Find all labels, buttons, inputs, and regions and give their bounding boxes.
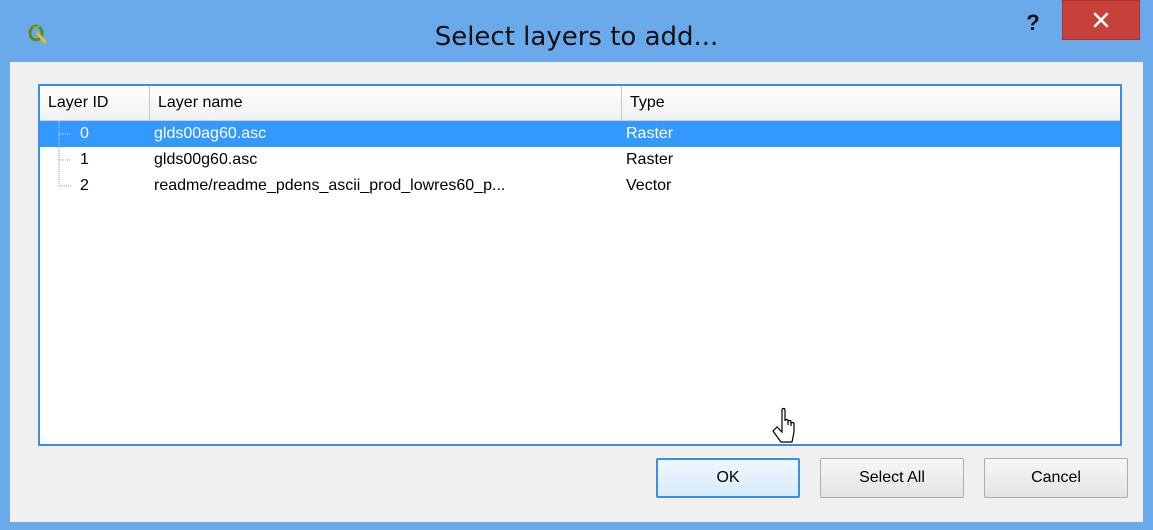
layer-type-cell: Vector: [626, 177, 672, 194]
layer-name-cell: glds00ag60.asc: [154, 125, 267, 142]
close-button[interactable]: [1062, 0, 1140, 40]
layer-name-cell: readme/readme_pdens_ascii_prod_lowres60_…: [154, 177, 506, 194]
mouse-pointer-icon: [772, 407, 795, 443]
layer-type-cell: Raster: [626, 125, 674, 142]
column-header-layer-id[interactable]: Layer ID: [40, 86, 150, 120]
help-button[interactable]: ?: [1020, 10, 1046, 36]
layer-id-cell: 1: [80, 151, 89, 168]
layer-type-cell: Raster: [626, 151, 674, 168]
dialog-window: Select layers to add... ? Layer ID Layer…: [0, 0, 1153, 530]
tree-branch-icon: [58, 147, 71, 173]
dialog-body: Layer ID Layer name Type 0 glds00ag60.as…: [10, 62, 1143, 522]
table-row-2[interactable]: 2 readme/readme_pdens_ascii_prod_lowres6…: [40, 173, 1120, 199]
cancel-button[interactable]: Cancel: [984, 458, 1128, 498]
layer-name-cell: glds00g60.asc: [154, 151, 258, 168]
table-row-1[interactable]: 1 glds00g60.asc Raster: [40, 147, 1120, 173]
ok-button[interactable]: OK: [656, 458, 800, 498]
layer-id-cell: 0: [80, 125, 89, 142]
close-icon: [1093, 12, 1109, 28]
layer-id-cell: 2: [80, 177, 89, 194]
table-row-0[interactable]: 0 glds00ag60.asc Raster: [40, 121, 1120, 147]
tree-branch-icon: [58, 173, 71, 187]
tree-branch-icon: [58, 121, 71, 147]
select-all-button[interactable]: Select All: [820, 458, 964, 498]
tree-header: Layer ID Layer name Type: [40, 86, 1120, 121]
layers-tree[interactable]: Layer ID Layer name Type 0 glds00ag60.as…: [38, 84, 1122, 446]
column-header-type[interactable]: Type: [622, 86, 1120, 120]
column-header-layer-name[interactable]: Layer name: [150, 86, 622, 120]
window-title: Select layers to add...: [434, 22, 719, 52]
